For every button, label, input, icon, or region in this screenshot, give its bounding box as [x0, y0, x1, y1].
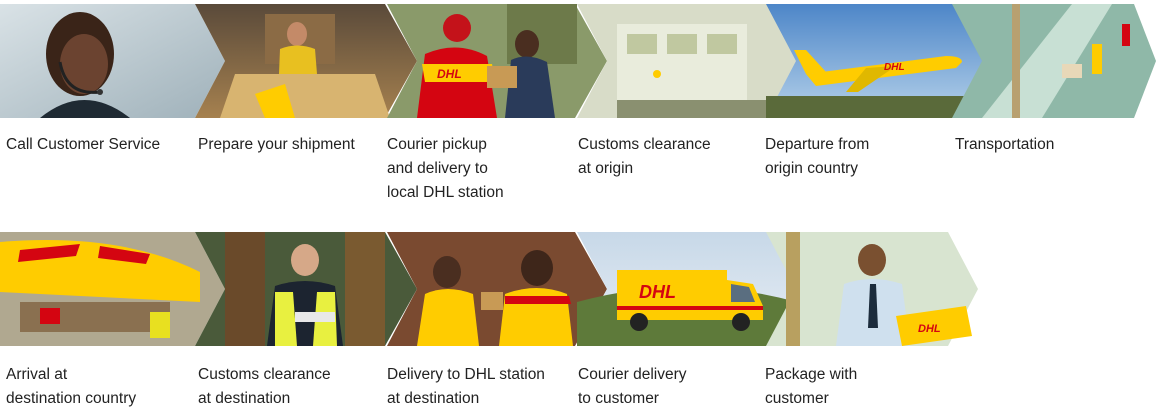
customer-service-agent-headset-photo — [0, 4, 225, 118]
step-caption-delivery-to-station: Delivery to DHL station at destination — [387, 366, 545, 407]
woman-preparing-boxes-photo — [195, 4, 417, 118]
courier-handing-package-photo: DHL — [387, 4, 607, 118]
dhl-staff-packages-photo — [387, 232, 607, 346]
svg-text:DHL: DHL — [918, 323, 941, 335]
step-caption-prepare-shipment: Prepare your shipment — [198, 136, 355, 153]
sorting-conveyor-photo — [952, 4, 1156, 118]
process-images-row-2: DHL DHL — [0, 232, 1156, 346]
step-caption-arrival: Arrival at destination country — [6, 366, 137, 407]
step-caption-call-customer-service: Call Customer Service — [6, 136, 161, 153]
svg-text:DHL: DHL — [639, 282, 676, 302]
cargo-unloading-airplane-photo — [0, 232, 225, 346]
process-images-row-1: DHL DHL — [0, 4, 1156, 118]
step-caption-departure: Departure from origin country — [765, 136, 870, 177]
customs-office-photo — [577, 4, 797, 118]
dhl-van-photo: DHL — [577, 232, 797, 346]
step-caption-customs-destination: Customs clearance at destination — [198, 366, 331, 407]
step-caption-package-with-customer: Package with customer — [765, 366, 858, 407]
customer-receiving-package-photo: DHL — [766, 232, 978, 346]
svg-text:DHL: DHL — [437, 67, 462, 81]
svg-text:DHL: DHL — [884, 62, 905, 73]
customs-officer-warehouse-photo — [195, 232, 417, 346]
step-caption-customs-origin: Customs clearance at origin — [578, 136, 711, 177]
step-caption-courier-delivery: Courier delivery to customer — [578, 366, 687, 407]
step-caption-courier-pickup: Courier pickup and delivery to local DHL… — [387, 136, 504, 201]
step-caption-transportation: Transportation — [955, 136, 1055, 153]
